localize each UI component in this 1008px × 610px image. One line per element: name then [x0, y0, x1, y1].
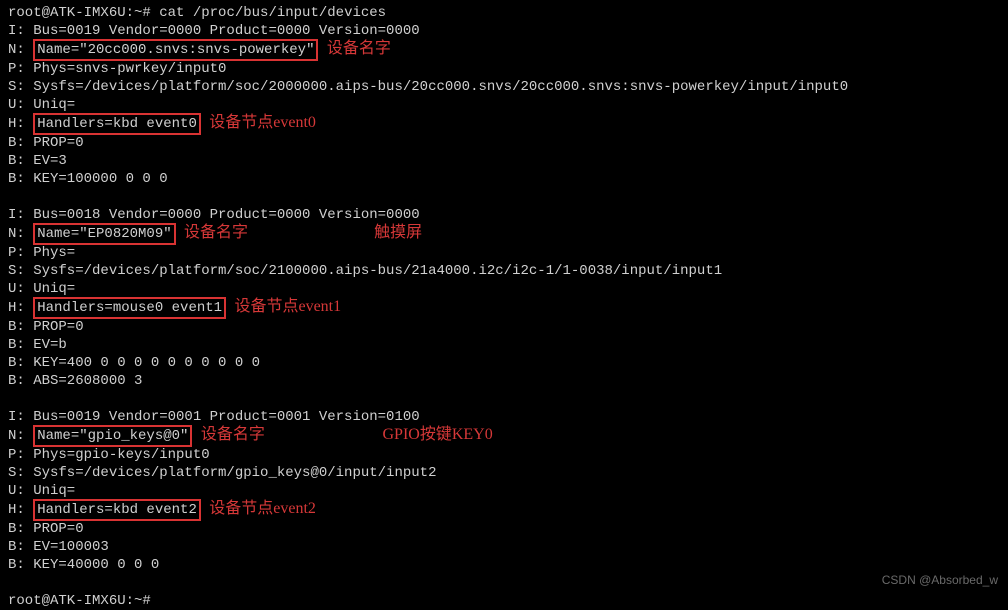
handlers-prefix: H: [8, 300, 33, 316]
handlers-prefix: H: [8, 116, 33, 132]
handlers-prefix: H: [8, 502, 33, 518]
dev1-title-annotation: 触摸屏 [374, 224, 422, 241]
dev2-sysfs: S: Sysfs=/devices/platform/gpio_keys@0/i… [8, 464, 1000, 482]
dev1-handlers-line: H: Handlers=mouse0 event1 设备节点event1 [8, 298, 1000, 318]
dev2-bus: I: Bus=0019 Vendor=0001 Product=0001 Ver… [8, 408, 1000, 426]
dev2-phys: P: Phys=gpio-keys/input0 [8, 446, 1000, 464]
blank-line [8, 574, 1000, 592]
name-prefix: N: [8, 42, 33, 58]
dev1-name: Name="EP0820M09" [37, 226, 171, 242]
command-text: cat /proc/bus/input/devices [159, 5, 386, 21]
dev1-handlers-annotation: 设备节点event1 [234, 298, 341, 315]
dev1-name-annotation: 设备名字 [184, 224, 248, 241]
dev1-ev: B: EV=b [8, 336, 1000, 354]
prompt: root@ATK-IMX6U:~# [8, 5, 159, 21]
dev0-handlers-line: H: Handlers=kbd event0 设备节点event0 [8, 114, 1000, 134]
final-prompt[interactable]: root@ATK-IMX6U:~# [8, 592, 1000, 610]
dev1-prop: B: PROP=0 [8, 318, 1000, 336]
dev1-uniq: U: Uniq= [8, 280, 1000, 298]
dev2-name-annotation: 设备名字 [201, 426, 265, 443]
dev2-title-annotation: GPIO按键KEY0 [383, 426, 493, 443]
dev0-prop: B: PROP=0 [8, 134, 1000, 152]
dev1-handlers-highlight: Handlers=mouse0 event1 [33, 297, 226, 319]
command-line[interactable]: root@ATK-IMX6U:~# cat /proc/bus/input/de… [8, 4, 1000, 22]
dev0-name-annotation: 设备名字 [327, 40, 391, 57]
dev2-name-line: N: Name="gpio_keys@0" 设备名字 GPIO按键KEY0 [8, 426, 1000, 446]
dev1-handlers: Handlers=mouse0 event1 [37, 300, 222, 316]
dev0-name-highlight: Name="20cc000.snvs:snvs-powerkey" [33, 39, 318, 61]
dev0-handlers-highlight: Handlers=kbd event0 [33, 113, 201, 135]
dev2-handlers-line: H: Handlers=kbd event2 设备节点event2 [8, 500, 1000, 520]
blank-line [8, 188, 1000, 206]
dev1-name-highlight: Name="EP0820M09" [33, 223, 175, 245]
dev1-phys: P: Phys= [8, 244, 1000, 262]
dev2-prop: B: PROP=0 [8, 520, 1000, 538]
dev0-handlers: Handlers=kbd event0 [37, 116, 197, 132]
dev1-sysfs: S: Sysfs=/devices/platform/soc/2100000.a… [8, 262, 1000, 280]
dev0-sysfs: S: Sysfs=/devices/platform/soc/2000000.a… [8, 78, 1000, 96]
dev0-uniq: U: Uniq= [8, 96, 1000, 114]
dev2-name: Name="gpio_keys@0" [37, 428, 188, 444]
dev2-name-highlight: Name="gpio_keys@0" [33, 425, 192, 447]
blank-line [8, 390, 1000, 408]
watermark: CSDN @Absorbed_w [882, 571, 998, 589]
dev0-name-line: N: Name="20cc000.snvs:snvs-powerkey" 设备名… [8, 40, 1000, 60]
dev0-phys: P: Phys=snvs-pwrkey/input0 [8, 60, 1000, 78]
dev2-ev: B: EV=100003 [8, 538, 1000, 556]
dev2-handlers: Handlers=kbd event2 [37, 502, 197, 518]
dev2-handlers-annotation: 设备节点event2 [209, 500, 316, 517]
dev1-name-line: N: Name="EP0820M09" 设备名字 触摸屏 [8, 224, 1000, 244]
name-prefix: N: [8, 428, 33, 444]
dev1-abs: B: ABS=2608000 3 [8, 372, 1000, 390]
dev2-key: B: KEY=40000 0 0 0 [8, 556, 1000, 574]
name-prefix: N: [8, 226, 33, 242]
dev1-key: B: KEY=400 0 0 0 0 0 0 0 0 0 0 [8, 354, 1000, 372]
dev1-bus: I: Bus=0018 Vendor=0000 Product=0000 Ver… [8, 206, 1000, 224]
dev0-ev: B: EV=3 [8, 152, 1000, 170]
dev0-name: Name="20cc000.snvs:snvs-powerkey" [37, 42, 314, 58]
dev0-bus: I: Bus=0019 Vendor=0000 Product=0000 Ver… [8, 22, 1000, 40]
dev2-handlers-highlight: Handlers=kbd event2 [33, 499, 201, 521]
dev2-uniq: U: Uniq= [8, 482, 1000, 500]
dev0-handlers-annotation: 设备节点event0 [209, 114, 316, 131]
dev0-key: B: KEY=100000 0 0 0 [8, 170, 1000, 188]
